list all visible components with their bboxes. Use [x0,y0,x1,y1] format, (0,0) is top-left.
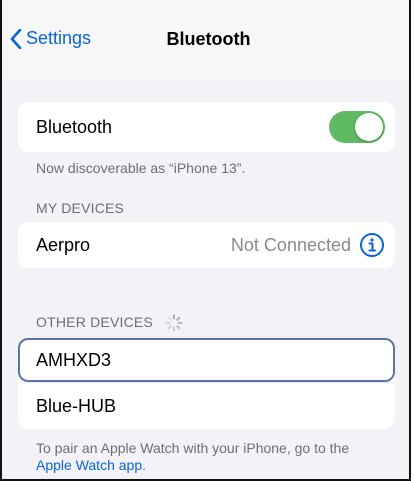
bluetooth-toggle-row: Bluetooth [18,102,395,152]
apple-watch-pairing-note: To pair an Apple Watch with your iPhone,… [36,440,349,474]
bluetooth-toggle-label: Bluetooth [36,116,113,137]
device-row-blue-hub[interactable]: Blue-HUB [18,383,395,429]
my-devices-header: MY DEVICES [36,200,125,216]
device-name: AMHXD3 [36,349,112,370]
footer-suffix: . [142,457,146,473]
other-devices-header: OTHER DEVICES [36,314,183,332]
device-connection-status: Not Connected [230,234,351,255]
bluetooth-settings-screen: Settings Bluetooth Bluetooth Now discove… [0,0,411,481]
activity-spinner-icon [165,314,183,332]
device-row-aerpro[interactable]: Aerpro Not Connected [18,222,395,268]
device-row-amhxd3[interactable]: AMHXD3 [18,338,395,382]
footer-text: To pair an Apple Watch with your iPhone,… [36,440,350,456]
navigation-bar: Settings Bluetooth [2,0,409,80]
info-icon[interactable] [359,232,385,258]
discoverable-status-text: Now discoverable as “iPhone 13”. [36,160,246,176]
toggle-knob [355,113,383,141]
page-title: Bluetooth [166,29,251,49]
other-devices-header-label: OTHER DEVICES [36,314,153,330]
apple-watch-app-link[interactable]: Apple Watch app [36,457,142,473]
device-name: Blue-HUB [36,395,117,416]
bluetooth-toggle-switch[interactable] [329,111,385,143]
device-name: Aerpro [36,234,91,255]
